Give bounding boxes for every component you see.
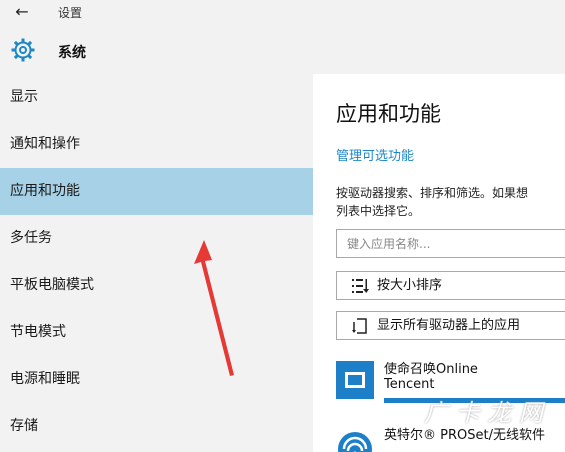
app-name: 使命召唤Online — [384, 362, 478, 377]
sort-list-icon — [352, 279, 369, 293]
window-title: 设置 — [58, 6, 83, 20]
annotation-arrow — [194, 240, 234, 376]
sidebar-item-tablet-mode[interactable]: 平板电脑模式 — [0, 262, 313, 309]
sidebar-item-display[interactable]: 显示 — [0, 74, 313, 121]
description-line: 列表中选择它。 — [336, 204, 421, 218]
sort-by-size-label: 按大小排序 — [377, 278, 443, 293]
sidebar-item-storage[interactable]: 存储 — [0, 403, 313, 450]
description-text: 按驱动器搜索、排序和筛选。如果想 列表中选择它。 — [336, 184, 565, 220]
manage-optional-features-link[interactable]: 管理可选功能 — [336, 145, 414, 164]
sidebar: 显示 通知和操作 应用和功能 多任务 平板电脑模式 节电模式 电源和睡眠 存储 — [0, 74, 313, 452]
intel-wireless-app-icon — [336, 427, 374, 452]
back-arrow-icon[interactable]: ← — [10, 2, 34, 22]
sidebar-item-multitasking[interactable]: 多任务 — [0, 215, 313, 262]
sidebar-item-apps-features[interactable]: 应用和功能 — [0, 168, 313, 215]
page-title: 应用和功能 — [336, 102, 441, 126]
drive-filter-icon — [352, 318, 367, 334]
show-all-drives-label: 显示所有驱动器上的应用 — [377, 318, 521, 333]
sidebar-item-battery-saver[interactable]: 节电模式 — [0, 309, 313, 356]
sidebar-item-notifications[interactable]: 通知和操作 — [0, 121, 313, 168]
sort-by-size-button[interactable]: 按大小排序 — [336, 271, 565, 300]
description-line: 按驱动器搜索、排序和筛选。如果想 — [336, 186, 529, 200]
settings-category-heading: 系统 — [58, 45, 86, 61]
watermark: 广 卡 龙 网 — [424, 399, 543, 427]
title-bar: ← 设置 系统 — [0, 0, 565, 74]
app-search-input[interactable] — [336, 229, 565, 258]
show-all-drives-button[interactable]: 显示所有驱动器上的应用 — [336, 311, 565, 340]
cod-online-app-icon — [336, 361, 374, 399]
gear-icon — [11, 38, 35, 62]
sidebar-item-power-sleep[interactable]: 电源和睡眠 — [0, 356, 313, 403]
app-publisher: Tencent — [384, 377, 435, 392]
